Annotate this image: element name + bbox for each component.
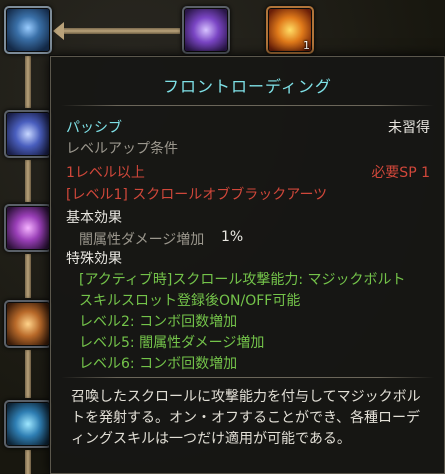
base-effect-header: 基本効果 xyxy=(66,210,122,226)
skill-tooltip: フロントローディング パッシブ 未習得 レベルアップ条件 1レベル以上 必要SP… xyxy=(50,56,445,474)
skill-node-4[interactable] xyxy=(4,110,52,158)
tree-connector xyxy=(25,350,31,398)
skill-node-7[interactable] xyxy=(4,400,52,448)
special-effect-item: [アクティブ時]スクロール攻撃能力: マジックボルト xyxy=(79,272,406,288)
divider xyxy=(61,377,434,378)
special-effect-item: レベル6: コンボ回数増加 xyxy=(79,356,238,372)
special-effect-item: スキルスロット登録後ON/OFF可能 xyxy=(79,293,301,309)
skill-node-2[interactable] xyxy=(182,6,230,54)
tree-connector xyxy=(25,160,31,202)
tree-connector xyxy=(62,28,180,34)
skill-level-badge: 1 xyxy=(303,39,310,52)
skill-node-selected[interactable] xyxy=(4,6,52,54)
skill-description: 召喚したスクロールに攻撃能力を付与してマジックボルトを発射する。オン・オフするこ… xyxy=(71,389,421,447)
divider xyxy=(61,105,434,106)
skill-name: フロントローディング xyxy=(163,77,332,96)
skill-type: パッシブ xyxy=(66,120,122,136)
base-effect-label: 闇属性ダメージ増加 xyxy=(79,232,205,248)
requirement-level: 1レベル以上 xyxy=(66,165,145,181)
learn-status: 未習得 xyxy=(388,120,430,136)
tree-connector xyxy=(25,450,31,474)
special-effect-header: 特殊効果 xyxy=(66,251,122,267)
special-effect-item: レベル5: 闇属性ダメージ増加 xyxy=(79,335,265,351)
requirement-skill: [レベル1] スクロールオブブラックアーツ xyxy=(66,187,328,203)
tree-connector xyxy=(25,254,31,298)
special-effect-item: レベル2: コンボ回数増加 xyxy=(79,314,238,330)
skill-node-5[interactable] xyxy=(4,204,52,252)
skill-node-3[interactable]: 1 xyxy=(266,6,314,54)
tree-connector xyxy=(25,56,31,108)
tree-arrow-icon xyxy=(53,22,64,40)
requirement-header: レベルアップ条件 xyxy=(66,141,178,157)
base-effect-value: 1% xyxy=(221,229,244,245)
requirement-sp: 必要SP 1 xyxy=(371,165,430,181)
skill-node-6[interactable] xyxy=(4,300,52,348)
